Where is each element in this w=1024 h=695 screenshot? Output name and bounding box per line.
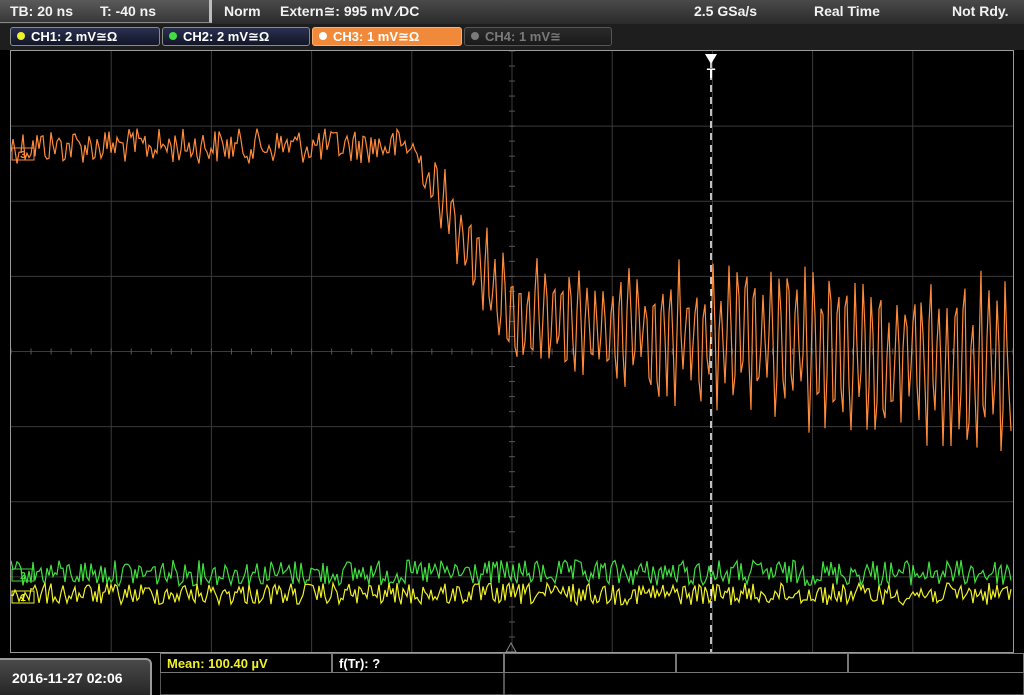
waveform-display[interactable]: T 3 2 1	[11, 51, 1013, 652]
channel-tab-label: CH2: 2 mV≅Ω	[183, 29, 270, 44]
acquisition-mode-label: Real Time	[814, 3, 880, 19]
ch2-indicator-icon	[169, 32, 177, 40]
top-status-bar: TB: 20 ns T: -40 ns Norm Extern≅: 995 mV…	[0, 0, 1024, 24]
timebase-box[interactable]: TB: 20 ns T: -40 ns	[0, 0, 212, 23]
channel-tab-ch3[interactable]: CH3: 1 mV≅Ω	[312, 27, 462, 46]
center-reference-icon	[505, 641, 517, 652]
trigger-arrow-icon	[705, 54, 717, 64]
ch4-indicator-icon	[471, 32, 479, 40]
ch1-indicator-icon	[17, 32, 25, 40]
measurement-slot-5[interactable]	[848, 653, 1024, 673]
trigger-time-label: T: -40 ns	[100, 3, 157, 19]
graticule-grid	[11, 51, 1013, 652]
channel-tab-ch4[interactable]: CH4: 1 mV≅	[464, 27, 612, 46]
ch3-indicator-icon	[319, 32, 327, 40]
ch1-offset-marker-label: 1	[20, 593, 26, 604]
channel-tab-label: CH3: 1 mV≅Ω	[333, 29, 420, 44]
trigger-source-label[interactable]: Extern≅: 995 mV ∕DC	[280, 3, 419, 20]
timebase-label: TB: 20 ns	[10, 3, 74, 19]
trigger-marker-label: T	[707, 65, 716, 81]
datetime-label: 2016-11-27 02:06	[12, 670, 123, 686]
measurement-row2-left	[160, 673, 504, 695]
ch2-offset-marker-label: 2	[20, 571, 26, 582]
measurement-mean[interactable]: Mean: 100.40 µV	[160, 653, 332, 673]
measurement-rise-frequency-label: f(Tr): ?	[339, 656, 381, 671]
channel-tab-ch2[interactable]: CH2: 2 mV≅Ω	[162, 27, 310, 46]
sample-rate-label: 2.5 GSa/s	[694, 3, 758, 19]
measurement-mean-label: Mean: 100.40 µV	[167, 656, 268, 671]
measurement-slot-4[interactable]	[676, 653, 848, 673]
trigger-mode-label[interactable]: Norm	[224, 3, 261, 19]
channel-tab-label: CH1: 2 mV≅Ω	[31, 29, 118, 44]
datetime-box: 2016-11-27 02:06	[0, 658, 152, 695]
acquisition-status-label: Not Rdy.	[952, 3, 1009, 19]
measurement-rise-frequency[interactable]: f(Tr): ?	[332, 653, 504, 673]
ch3-waveform	[11, 127, 1012, 452]
ch2-waveform	[11, 559, 1012, 588]
ch3-offset-marker-label: 3	[20, 150, 26, 161]
channel-tab-ch1[interactable]: CH1: 2 mV≅Ω	[10, 27, 160, 46]
measurement-slot-3[interactable]	[504, 653, 676, 673]
channel-tab-row: CH1: 2 mV≅Ω CH2: 2 mV≅Ω CH3: 1 mV≅Ω CH4:…	[0, 24, 1024, 50]
channel-tab-label: CH4: 1 mV≅	[485, 29, 561, 44]
measurement-row2-right	[504, 673, 1024, 695]
